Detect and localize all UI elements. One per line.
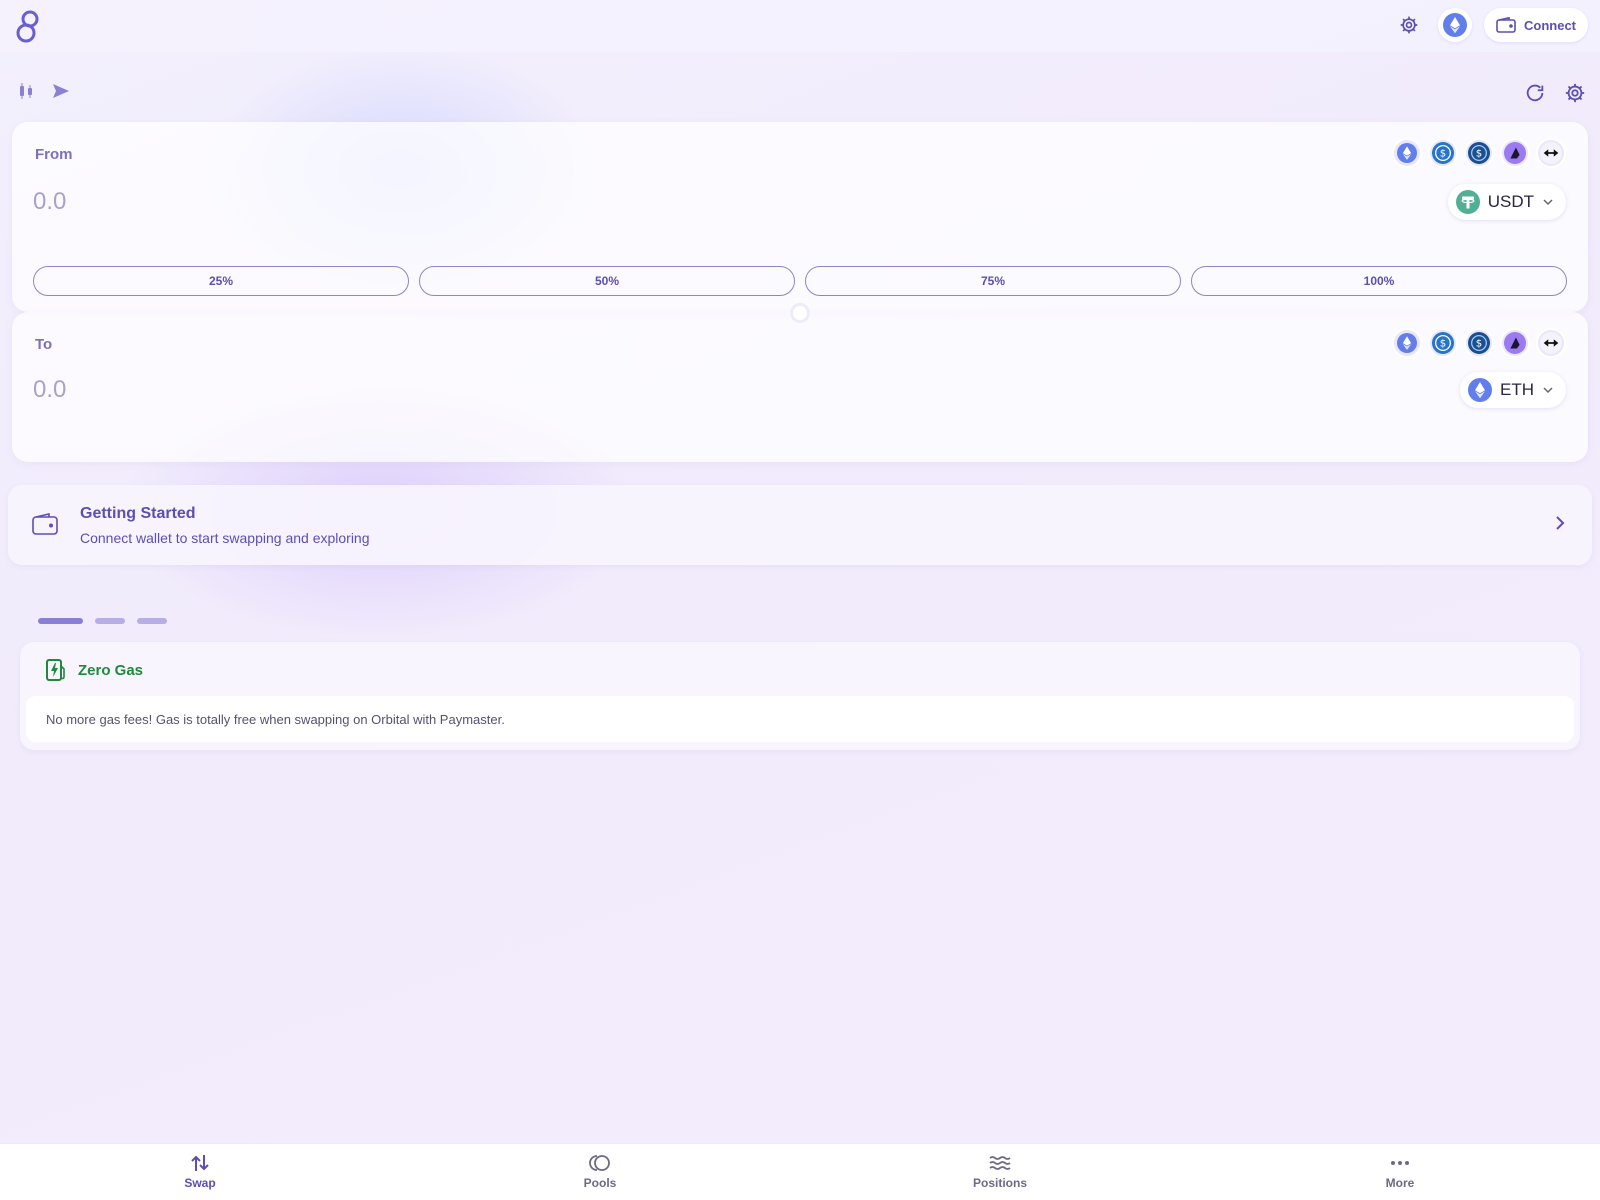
percent-25-button[interactable]: 25% xyxy=(33,266,409,296)
zero-gas-title: Zero Gas xyxy=(78,662,144,679)
quick-token-usdc-icon[interactable]: $ xyxy=(1430,330,1456,356)
nav-more[interactable]: More xyxy=(1200,1144,1600,1200)
usdt-icon xyxy=(1455,190,1480,214)
from-quick-tokens: $ $ xyxy=(1394,140,1564,166)
connect-label: Connect xyxy=(1524,17,1576,33)
pools-icon xyxy=(589,1155,610,1171)
zero-gas-description: No more gas fees! Gas is totally free wh… xyxy=(26,696,1574,742)
wallet-icon xyxy=(32,513,58,535)
quick-token-bridge-arrows-icon[interactable] xyxy=(1538,330,1564,356)
nav-positions-label: Positions xyxy=(972,1176,1027,1190)
wallet-icon xyxy=(1496,17,1516,33)
chart-candles-icon[interactable] xyxy=(18,82,34,105)
more-icon xyxy=(1391,1161,1409,1165)
eth-icon xyxy=(1468,378,1492,402)
percent-50-button[interactable]: 50% xyxy=(419,266,795,296)
zero-gas-card: Zero Gas No more gas fees! Gas is totall… xyxy=(20,642,1580,750)
nav-pools-label: Pools xyxy=(583,1176,617,1190)
nav-swap-label: Swap xyxy=(184,1176,216,1190)
nav-pools[interactable]: Pools xyxy=(400,1144,800,1200)
getting-started-subtitle: Connect wallet to start swapping and exp… xyxy=(80,530,370,546)
getting-started-banner[interactable]: Getting Started Connect wallet to start … xyxy=(8,485,1592,565)
nav-more-label: More xyxy=(1385,1176,1415,1190)
from-label: From xyxy=(35,146,73,163)
carousel-dot-2[interactable] xyxy=(95,618,125,624)
svg-text:$: $ xyxy=(1440,149,1446,160)
svg-text:$: $ xyxy=(1476,149,1482,160)
svg-text:$: $ xyxy=(1476,339,1482,350)
swap-direction-button[interactable] xyxy=(790,303,810,323)
network-eth-button[interactable] xyxy=(1438,8,1472,42)
svg-text:$: $ xyxy=(1440,339,1446,350)
to-card: To $ $ 0.0 ETH xyxy=(12,312,1588,462)
positions-icon xyxy=(989,1156,1011,1170)
carousel-indicator xyxy=(38,618,167,624)
from-card: From $ $ 0.0 USDT 25% 50% 75% 100% xyxy=(12,122,1588,312)
carousel-dot-1[interactable] xyxy=(38,618,83,624)
to-label: To xyxy=(35,336,53,353)
send-icon[interactable] xyxy=(52,83,70,104)
quick-token-usdc-bridged-icon[interactable]: $ xyxy=(1466,330,1492,356)
carousel-dot-3[interactable] xyxy=(137,618,167,624)
quick-token-usdc-icon[interactable]: $ xyxy=(1430,140,1456,166)
settings-gear-icon[interactable] xyxy=(1392,8,1426,42)
swap-settings-gear-icon[interactable] xyxy=(1564,82,1586,109)
quick-token-arbitrum-icon[interactable] xyxy=(1502,140,1528,166)
to-quick-tokens: $ $ xyxy=(1394,330,1564,356)
orbital-logo-icon[interactable] xyxy=(14,8,42,44)
from-token-selector[interactable]: USDT xyxy=(1447,184,1566,220)
chevron-down-icon xyxy=(1543,387,1553,394)
swap-icon xyxy=(191,1155,209,1171)
from-amount-input[interactable]: 0.0 xyxy=(33,188,66,216)
quick-token-eth-icon[interactable] xyxy=(1394,330,1420,356)
eth-icon xyxy=(1443,13,1467,37)
quick-token-eth-icon[interactable] xyxy=(1394,140,1420,166)
bottom-navigation: Swap Pools Positions More xyxy=(0,1143,1600,1200)
quick-token-bridge-arrows-icon[interactable] xyxy=(1538,140,1564,166)
connect-wallet-button[interactable]: Connect xyxy=(1484,8,1588,42)
to-token-symbol: ETH xyxy=(1500,380,1534,399)
refresh-icon[interactable] xyxy=(1524,82,1546,109)
getting-started-title: Getting Started xyxy=(80,505,196,522)
percent-buttons: 25% 50% 75% 100% xyxy=(33,266,1567,296)
quick-token-arbitrum-icon[interactable] xyxy=(1502,330,1528,356)
nav-positions[interactable]: Positions xyxy=(800,1144,1200,1200)
gas-pump-bolt-icon xyxy=(46,659,65,681)
chevron-right-icon xyxy=(1556,516,1565,530)
percent-100-button[interactable]: 100% xyxy=(1191,266,1567,296)
chevron-down-icon xyxy=(1543,199,1553,206)
from-token-symbol: USDT xyxy=(1487,192,1534,211)
percent-75-button[interactable]: 75% xyxy=(805,266,1181,296)
quick-token-usdc-bridged-icon[interactable]: $ xyxy=(1466,140,1492,166)
top-header: Connect xyxy=(0,0,1600,52)
to-token-selector[interactable]: ETH xyxy=(1460,372,1566,408)
to-amount-input[interactable]: 0.0 xyxy=(33,376,66,404)
nav-swap[interactable]: Swap xyxy=(0,1144,400,1200)
